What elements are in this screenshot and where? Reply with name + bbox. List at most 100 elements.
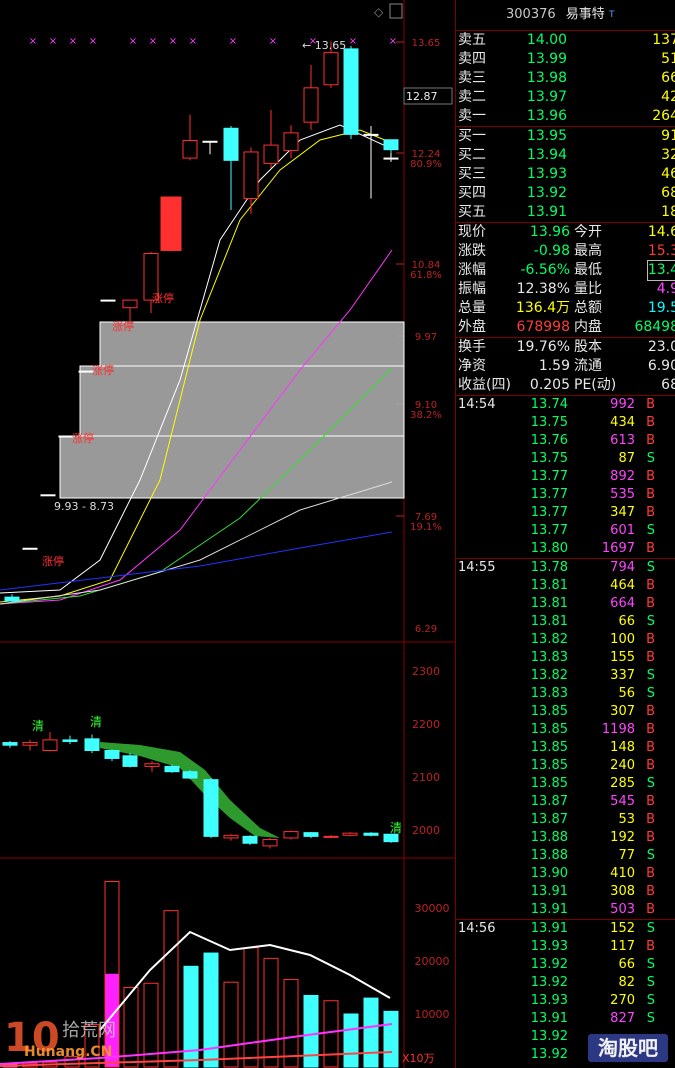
quote-value: 19.5: [647, 300, 675, 316]
ask-volume: 66: [661, 70, 675, 86]
price-axis-label: 19.1%: [410, 522, 442, 533]
tick-side: B: [646, 794, 655, 809]
tick-volume: 117: [610, 939, 635, 954]
tick-row: 13.82 337 S: [456, 667, 675, 685]
high-price-label: ← 13.65: [302, 39, 346, 52]
tick-volume: 155: [610, 650, 635, 665]
price-axis-label: 6.29: [415, 624, 437, 635]
tick-time: 14:56: [458, 921, 496, 936]
event-marker-icon: ×: [69, 36, 77, 47]
tick-price: 13.77: [530, 487, 568, 502]
tick-row: 13.85 1198 B: [456, 721, 675, 739]
candle: [202, 140, 218, 143]
clear-signal-label: 清: [390, 821, 402, 835]
tick-list[interactable]: 14:54 13.74 992 B 13.75 434 B 13.76 613 B 13.75 87 S…: [456, 396, 675, 1064]
mid-candle: [242, 835, 258, 844]
tick-side: B: [646, 487, 655, 502]
price-axis-label: 13.65: [412, 38, 441, 49]
mid-candle: [22, 742, 38, 746]
tick-row: 13.76 613 B: [456, 432, 675, 450]
tick-row: 13.88 77 S: [456, 847, 675, 865]
price-axis-label: 38.2%: [410, 410, 442, 421]
mid-candle: [262, 839, 278, 847]
candle: [22, 547, 38, 550]
tick-row: 13.92 82 S: [456, 974, 675, 992]
tick-price: 13.81: [530, 578, 568, 593]
tick-row: 13.83 56 S: [456, 685, 675, 703]
tick-side: B: [646, 722, 655, 737]
bid-price: 13.95: [526, 128, 567, 144]
limit-up-zone: [59, 435, 405, 499]
tick-price: 13.77: [530, 523, 568, 538]
quote-label: 总额: [574, 300, 602, 316]
volume-bar: [243, 947, 259, 1068]
tick-volume: 100: [610, 632, 635, 647]
mid-candle: [342, 832, 358, 836]
tick-side: B: [646, 704, 655, 719]
bid-volume: 68: [661, 185, 675, 201]
fundamental-row: 净资 1.59流通 6.90: [456, 357, 675, 376]
bid-volume: 46: [661, 166, 675, 182]
ask-row: 卖四 13.99 51: [456, 50, 675, 69]
tick-row: 13.75 434 B: [456, 414, 675, 432]
tick-side: S: [646, 1011, 655, 1026]
tick-volume: 285: [610, 776, 635, 791]
fundamental-label: 流通: [574, 358, 602, 374]
mid-candle: [104, 750, 120, 759]
stock-name[interactable]: 易事特: [566, 7, 605, 22]
mid-candle: [323, 835, 339, 838]
volume-bar: [163, 910, 179, 1068]
tick-row: 13.85 148 B: [456, 739, 675, 757]
bid-price: 13.92: [526, 185, 567, 201]
bid-label: 买五: [458, 204, 486, 220]
mid-candle: [122, 755, 138, 767]
ask-book: 卖五 14.00 137 卖四 13.99 51 卖三 13.98 66 卖二 13.97 42 卖一 1…: [456, 31, 675, 127]
ask-row: 卖三 13.98 66: [456, 69, 675, 88]
ask-price: 14.00: [526, 32, 567, 48]
mid-candle: [223, 834, 239, 839]
tick-side: S: [646, 451, 655, 466]
volume-axis-label: 10000: [415, 1008, 450, 1021]
mid-candle: [383, 833, 399, 843]
tick-volume: 270: [610, 993, 635, 1008]
event-marker-icon: ×: [89, 36, 97, 47]
tick-volume: 410: [610, 866, 635, 881]
tick-price: 13.85: [530, 704, 568, 719]
fundamentals: 换手 19.76%股本 23.0 净资 1.59流通 6.90 收益(四) 0.205PE(动…: [456, 338, 675, 396]
diamond-icon: ◇: [374, 5, 384, 19]
tick-side: S: [646, 686, 655, 701]
fundamental-label: 收益(四): [458, 377, 511, 393]
bid-price: 13.94: [526, 147, 567, 163]
quote-label: 量比: [574, 281, 602, 297]
tick-volume: 308: [610, 884, 635, 899]
tick-row: 13.91 308 B: [456, 883, 675, 901]
tick-price: 13.85: [530, 740, 568, 755]
ask-volume: 42: [661, 89, 675, 105]
candle: [223, 127, 239, 161]
tick-side: B: [646, 902, 655, 917]
fundamental-value: 19.76%: [516, 339, 570, 355]
tick-price: 13.82: [530, 668, 568, 683]
tick-side: B: [646, 650, 655, 665]
fundamental-value: 1.59: [538, 358, 570, 374]
bid-row: 买二 13.94 32: [456, 146, 675, 165]
tick-volume: 613: [610, 433, 635, 448]
tick-price: 13.88: [530, 848, 568, 863]
tick-price: 13.76: [530, 433, 568, 448]
bid-label: 买一: [458, 128, 486, 144]
k-line-chart[interactable]: ◇ 13.6512.8712.2480.9%10.8461.8%9.979.10…: [0, 0, 455, 1068]
mid-axis-label: 2100: [412, 771, 440, 784]
quote-value: 4.9: [656, 281, 675, 297]
tick-side: S: [646, 921, 655, 936]
watermark-url: Hunang.CN: [24, 1044, 113, 1060]
ask-volume: 137: [652, 32, 675, 48]
tick-row: 13.91 827 S: [456, 1010, 675, 1028]
mid-candle: [303, 832, 319, 837]
tick-price: 13.93: [530, 993, 568, 1008]
tick-row: 13.81 664 B: [456, 595, 675, 613]
quote-label: 内盘: [574, 319, 602, 335]
tick-volume: 1697: [601, 541, 635, 556]
quote-value: 68498: [634, 319, 675, 335]
tick-volume: 992: [610, 397, 635, 412]
bid-price: 13.91: [526, 204, 567, 220]
